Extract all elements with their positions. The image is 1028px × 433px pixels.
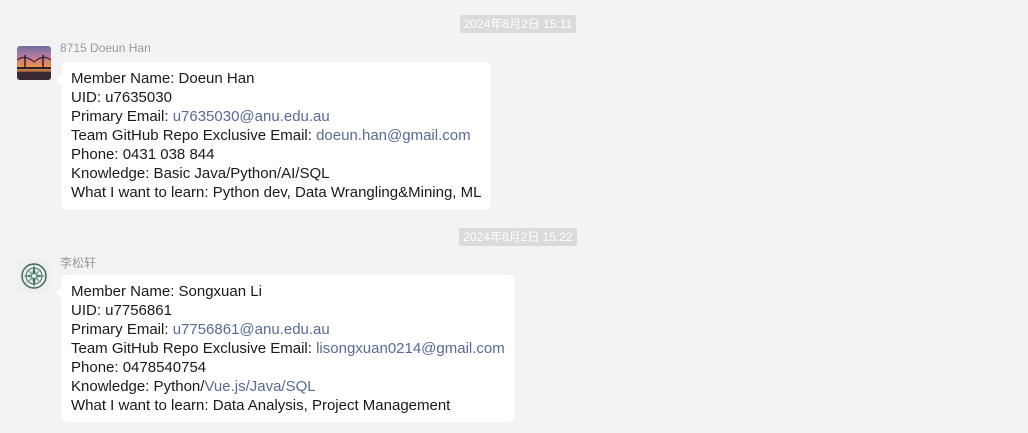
primary-email-label: Primary Email: (71, 321, 173, 338)
avatar[interactable] (17, 259, 51, 293)
primary-email-line: Primary Email: u7756861@anu.edu.au (71, 320, 505, 339)
message-bubble[interactable]: Member Name: Doeun Han UID: u7635030 Pri… (55, 62, 491, 209)
message-bubble[interactable]: Member Name: Songxuan Li UID: u7756861 P… (56, 275, 514, 422)
avatar[interactable] (17, 46, 51, 80)
timestamp: 2024年8月2日 15:11 (0, 15, 1028, 33)
learn-line: What I want to learn: Python dev, Data W… (71, 184, 482, 201)
team-email-link[interactable]: doeun.han@gmail.com (316, 127, 470, 144)
timestamp-label: 2024年8月2日 15:11 (459, 15, 577, 33)
timestamp: 2024年8月2日 15:22 (0, 228, 1028, 246)
phone-line: Phone: 0431 038 844 (71, 146, 215, 163)
member-name-line: Member Name: Songxuan Li (71, 283, 262, 300)
team-email-line: Team GitHub Repo Exclusive Email: lisong… (71, 339, 505, 358)
primary-email-link[interactable]: u7635030@anu.edu.au (173, 108, 330, 125)
primary-email-label: Primary Email: (71, 108, 173, 125)
primary-email-line: Primary Email: u7635030@anu.edu.au (71, 107, 481, 126)
team-email-label: Team GitHub Repo Exclusive Email: (71, 127, 317, 144)
timestamp-label: 2024年8月2日 15:22 (459, 228, 577, 246)
uid-line: UID: u7756861 (71, 302, 172, 319)
knowledge-line: Knowledge: Python/Vue.js/Java/SQL (71, 377, 505, 396)
phone-line: Phone: 0478540754 (71, 359, 207, 376)
team-email-line: Team GitHub Repo Exclusive Email: doeun.… (71, 126, 481, 145)
sender-name: 李松轩 (60, 256, 97, 270)
knowledge-link[interactable]: Vue.js/Java/SQL (204, 378, 315, 395)
team-email-link[interactable]: lisongxuan0214@gmail.com (316, 340, 505, 357)
knowledge-label: Knowledge: Python/ (71, 378, 205, 395)
sender-name: 8715 Doeun Han (60, 41, 151, 55)
sunset-bridge-icon (17, 55, 51, 80)
learn-line: What I want to learn: Data Analysis, Pro… (71, 397, 451, 414)
uid-line: UID: u7635030 (71, 89, 172, 106)
compass-icon (21, 263, 47, 289)
member-name-line: Member Name: Doeun Han (71, 70, 255, 87)
primary-email-link[interactable]: u7756861@anu.edu.au (173, 321, 330, 338)
team-email-label: Team GitHub Repo Exclusive Email: (71, 340, 317, 357)
knowledge-line: Knowledge: Basic Java/Python/AI/SQL (71, 165, 330, 182)
